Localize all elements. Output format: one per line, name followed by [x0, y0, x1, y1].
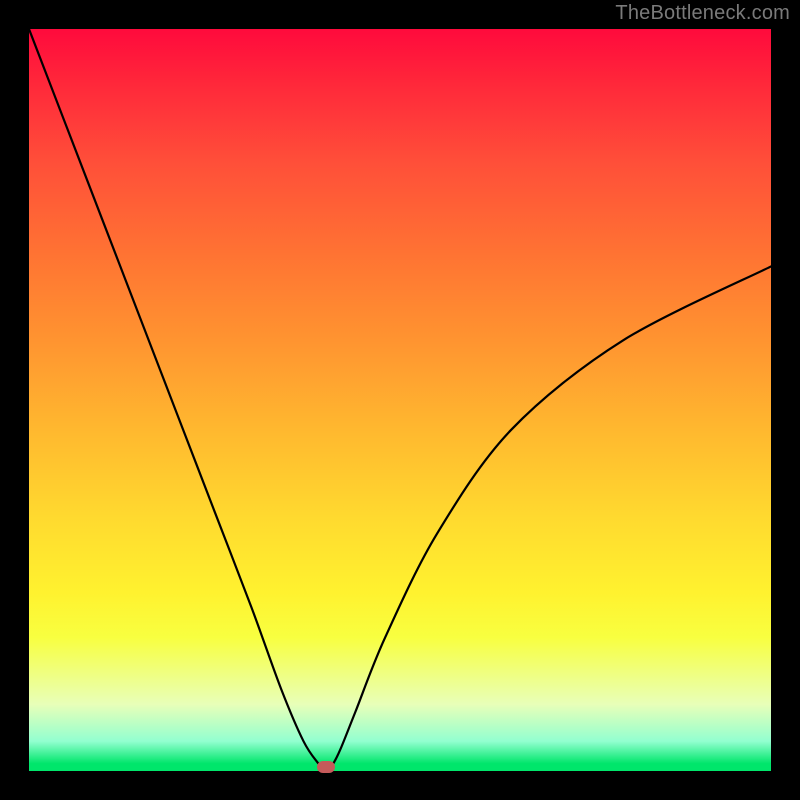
minimum-marker	[317, 761, 335, 773]
bottleneck-curve	[29, 29, 771, 771]
chart-plot-area	[29, 29, 771, 771]
watermark-label: TheBottleneck.com	[615, 2, 790, 25]
